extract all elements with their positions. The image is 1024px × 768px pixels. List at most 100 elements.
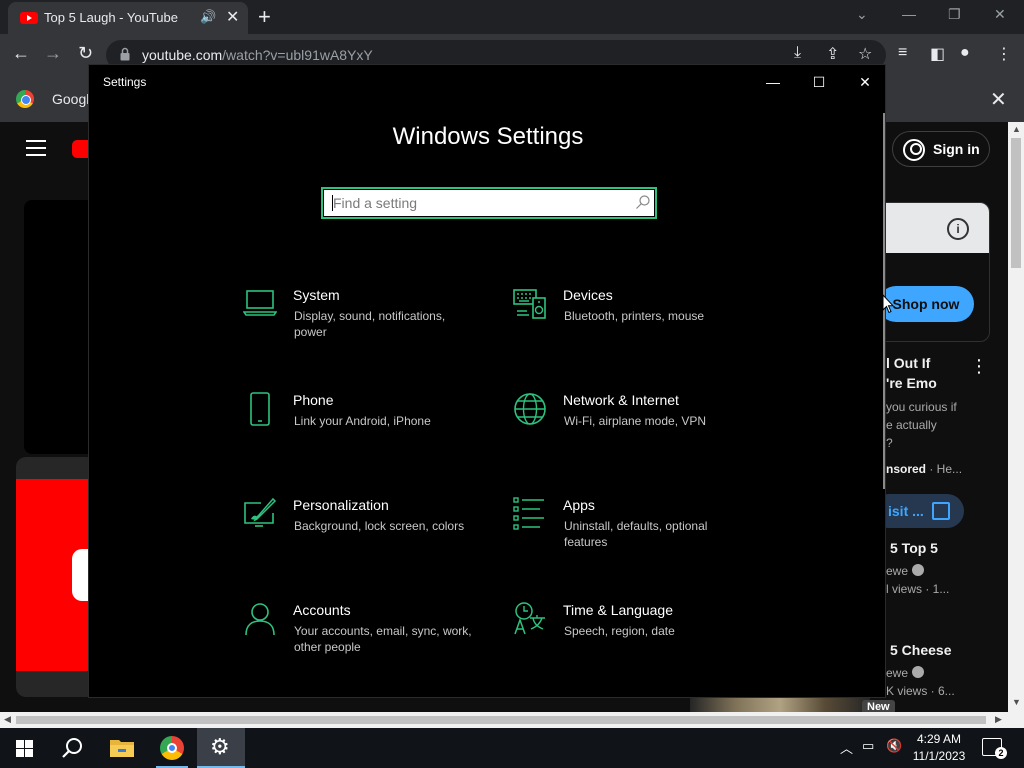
search-input[interactable] xyxy=(333,193,623,213)
verified-icon xyxy=(912,564,925,576)
tile-phone[interactable]: Phone Link your Android, iPhone xyxy=(243,392,493,472)
settings-titlebar[interactable]: Settings — ☐ ✕ xyxy=(89,65,885,99)
bookmark-star-icon[interactable]: ☆ xyxy=(858,44,872,64)
settings-window-title: Settings xyxy=(103,75,147,89)
share-icon[interactable]: ⇪ xyxy=(826,44,839,64)
taskbar-settings[interactable]: ⚙ xyxy=(197,728,245,768)
taskbar-search-button[interactable] xyxy=(48,728,96,768)
search-icon[interactable] xyxy=(635,194,651,210)
notification-center-icon[interactable]: 2 xyxy=(982,738,1007,759)
taskbar: ⚙ ︿ ▭ 🔇 4:29 AM 11/1/2023 2 xyxy=(0,728,1024,768)
tile-desc: Background, lock screen, colors xyxy=(294,519,465,533)
folder-icon xyxy=(110,740,134,757)
tile-network[interactable]: Network & Internet Wi-Fi, airplane mode,… xyxy=(513,392,763,472)
dismiss-bar-icon[interactable]: ✕ xyxy=(990,87,1007,112)
scroll-up-icon[interactable]: ▲ xyxy=(1012,124,1021,134)
video2-title[interactable]: 5 Cheese xyxy=(890,642,951,658)
tile-name: Network & Internet xyxy=(563,392,679,408)
taskbar-chrome[interactable] xyxy=(148,728,196,768)
tile-name: Accounts xyxy=(293,602,351,618)
hamburger-menu-icon[interactable] xyxy=(26,140,46,156)
more-actions-icon[interactable]: ⋮ xyxy=(970,356,988,377)
sponsored-tail: · He... xyxy=(926,462,963,476)
url-host: youtube.com xyxy=(142,47,223,63)
tab-search-icon[interactable]: ⌄ xyxy=(856,6,868,23)
new-badge: New xyxy=(862,700,895,712)
install-icon[interactable]: ⤓ xyxy=(794,44,801,62)
ad-image xyxy=(873,203,989,253)
windows-logo-icon xyxy=(16,740,33,757)
network-icon[interactable]: ▭ xyxy=(862,738,874,754)
reload-icon[interactable]: ↻ xyxy=(78,43,93,64)
close-icon[interactable]: ✕ xyxy=(842,70,885,94)
tile-devices[interactable]: Devices Bluetooth, printers, mouse xyxy=(513,287,763,367)
volume-muted-icon[interactable]: 🔇 xyxy=(886,738,902,754)
taskbar-clock[interactable]: 4:29 AM 11/1/2023 xyxy=(908,731,970,765)
video-thumbnail[interactable] xyxy=(16,457,96,697)
notification-count: 2 xyxy=(995,747,1007,759)
taskbar-file-explorer[interactable] xyxy=(98,728,146,768)
scrollbar-thumb[interactable] xyxy=(1011,138,1021,268)
new-tab-button[interactable]: + xyxy=(258,4,271,30)
tile-accounts[interactable]: Accounts Your accounts, email, sync, wor… xyxy=(243,602,493,682)
show-hidden-icons-icon[interactable]: ︿ xyxy=(840,738,853,757)
video-player[interactable] xyxy=(24,200,94,454)
url-path: /watch?v=ubl91wA8YxY xyxy=(222,47,373,63)
tile-system[interactable]: System Display, sound, notifications, po… xyxy=(243,287,493,367)
settings-window: Settings — ☐ ✕ Windows Settings System D… xyxy=(88,64,886,698)
video1-channel-name: ewe xyxy=(886,564,909,578)
video2-channel-name: ewe xyxy=(886,666,909,680)
minimize-icon[interactable]: — xyxy=(750,70,796,94)
video1-channel[interactable]: ewe xyxy=(886,564,925,578)
sign-in-button[interactable]: Sign in xyxy=(892,131,990,167)
scroll-right-icon[interactable]: ▶ xyxy=(995,714,1002,725)
apps-list-icon xyxy=(513,497,544,530)
info-icon[interactable]: i xyxy=(947,218,969,240)
side-panel-icon[interactable]: ◧ xyxy=(930,44,945,64)
lock-icon[interactable] xyxy=(120,47,130,61)
maximize-icon[interactable]: ☐ xyxy=(796,70,842,94)
verified-icon xyxy=(912,666,925,678)
tile-desc: Your accounts, email, sync, work, other … xyxy=(294,624,472,654)
h-scrollbar-thumb[interactable] xyxy=(16,716,986,724)
search-icon xyxy=(62,738,82,758)
start-button[interactable] xyxy=(0,728,48,768)
person-icon xyxy=(245,603,275,636)
scroll-left-icon[interactable]: ◀ xyxy=(4,714,11,725)
ad-title-line1[interactable]: l Out If xyxy=(886,355,930,371)
settings-search-box[interactable] xyxy=(321,187,657,219)
video1-title[interactable]: 5 Top 5 xyxy=(890,540,938,556)
tile-personalization[interactable]: Personalization Background, lock screen,… xyxy=(243,497,493,577)
browser-close-icon[interactable]: ✕ xyxy=(994,6,1006,23)
tab-close-icon[interactable]: ✕ xyxy=(226,7,239,27)
tile-name: Time & Language xyxy=(563,602,673,618)
chrome-logo-icon xyxy=(16,90,34,108)
account-circle-icon xyxy=(903,139,925,161)
video1-meta: l views · 1... xyxy=(886,582,950,596)
tile-apps[interactable]: Apps Uninstall, defaults, optional featu… xyxy=(513,497,763,577)
back-icon[interactable]: ← xyxy=(12,43,30,64)
forward-icon[interactable]: → xyxy=(44,43,62,64)
page-horizontal-scrollbar[interactable]: ◀ ▶ xyxy=(0,712,1024,728)
tab-title: Top 5 Laugh - YouTube xyxy=(44,10,178,25)
tile-time-language[interactable]: Time & Language Speech, region, date xyxy=(513,602,763,682)
visit-label: isit ... xyxy=(888,503,924,519)
profile-icon[interactable]: ● xyxy=(960,44,970,62)
mouse-cursor-icon xyxy=(882,294,894,314)
gear-icon: ⚙ xyxy=(210,734,230,759)
browser-tab[interactable]: Top 5 Laugh - YouTube 🔊 ✕ xyxy=(8,2,248,34)
ad-title-line2[interactable]: 're Emo xyxy=(886,375,937,391)
bookmark-label[interactable]: Googl xyxy=(52,91,89,107)
tile-desc: Bluetooth, printers, mouse xyxy=(564,309,705,323)
scroll-down-icon[interactable]: ▼ xyxy=(1012,697,1021,707)
page-vertical-scrollbar[interactable]: ▲ ▼ xyxy=(1008,122,1024,712)
video2-channel[interactable]: ewe xyxy=(886,666,925,680)
page-title: Windows Settings xyxy=(392,123,584,150)
media-queue-icon[interactable]: ≡ xyxy=(898,44,907,62)
audio-playing-icon[interactable]: 🔊 xyxy=(200,9,216,25)
menu-kebab-icon[interactable]: ⋮ xyxy=(996,44,1012,64)
url-text: youtube.com/watch?v=ubl91wA8YxY xyxy=(142,47,373,63)
browser-minimize-icon[interactable]: — xyxy=(902,6,916,22)
browser-restore-icon[interactable]: ❐ xyxy=(948,6,961,23)
sponsored-label: nsored · He... xyxy=(886,462,962,476)
